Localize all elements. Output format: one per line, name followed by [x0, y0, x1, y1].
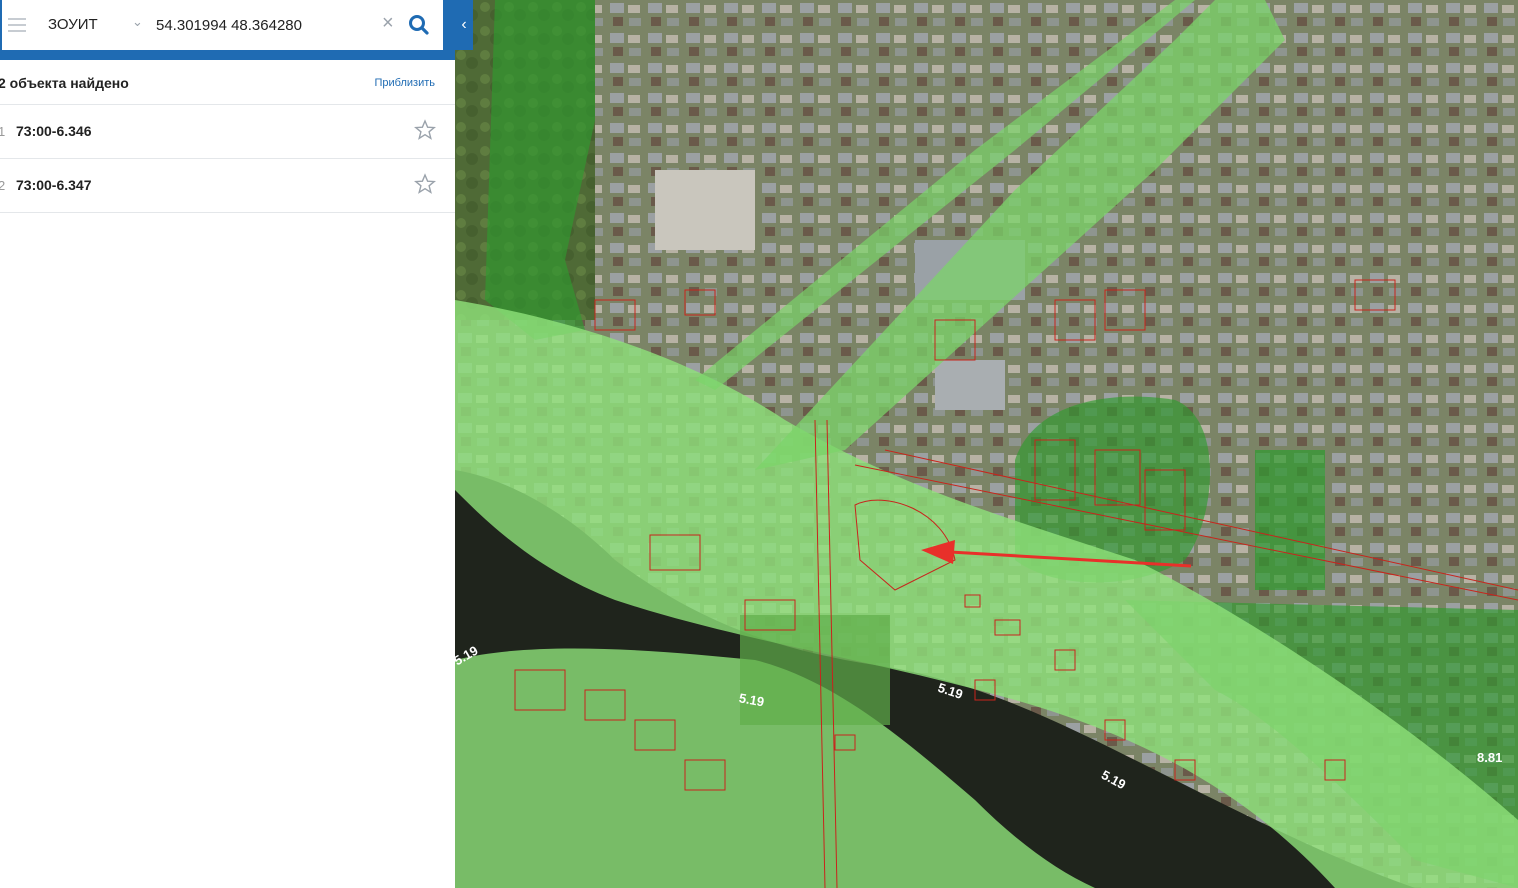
- zoom-to-results-link[interactable]: Приблизить: [375, 77, 436, 89]
- result-index: 1: [0, 124, 6, 139]
- star-icon[interactable]: [414, 119, 436, 141]
- search-bar: ЗОУИТ ⌄ ×: [0, 0, 455, 60]
- zone-label: 8.81: [1477, 750, 1502, 765]
- search-icon[interactable]: [406, 12, 432, 38]
- map-imagery-building: [935, 360, 1005, 410]
- result-index: 2: [0, 178, 6, 193]
- result-cadastral-number: 73:00-6.346: [16, 123, 92, 139]
- map-canvas[interactable]: 5.19 5.19 5.19 5.19 8.81: [455, 0, 1518, 888]
- layer-select[interactable]: ЗОУИТ ⌄: [46, 0, 150, 50]
- map-view[interactable]: 5.19 5.19 5.19 5.19 8.81: [455, 0, 1518, 888]
- results-header: 2 объекта найдено Приблизить: [0, 60, 455, 105]
- chevron-down-icon: ⌄: [132, 14, 143, 29]
- collapse-panel-button[interactable]: ‹: [455, 0, 473, 50]
- coordinates-search-input[interactable]: [156, 10, 376, 40]
- search-panel: ЗОУИТ ⌄ × 2 объекта найдено Приблизить 1…: [0, 0, 455, 888]
- results-count: 2 объекта найдено: [0, 75, 129, 91]
- search-box: ЗОУИТ ⌄ ×: [2, 0, 443, 50]
- protection-zone-dark: [1255, 450, 1325, 590]
- result-item[interactable]: 2 73:00-6.347: [0, 159, 455, 213]
- menu-icon[interactable]: [8, 18, 26, 32]
- map-imagery-building: [655, 170, 755, 250]
- clear-icon[interactable]: ×: [382, 12, 394, 35]
- result-cadastral-number: 73:00-6.347: [16, 177, 92, 193]
- star-icon[interactable]: [414, 173, 436, 195]
- result-item[interactable]: 1 73:00-6.346: [0, 105, 455, 159]
- layer-select-value: ЗОУИТ: [48, 16, 98, 33]
